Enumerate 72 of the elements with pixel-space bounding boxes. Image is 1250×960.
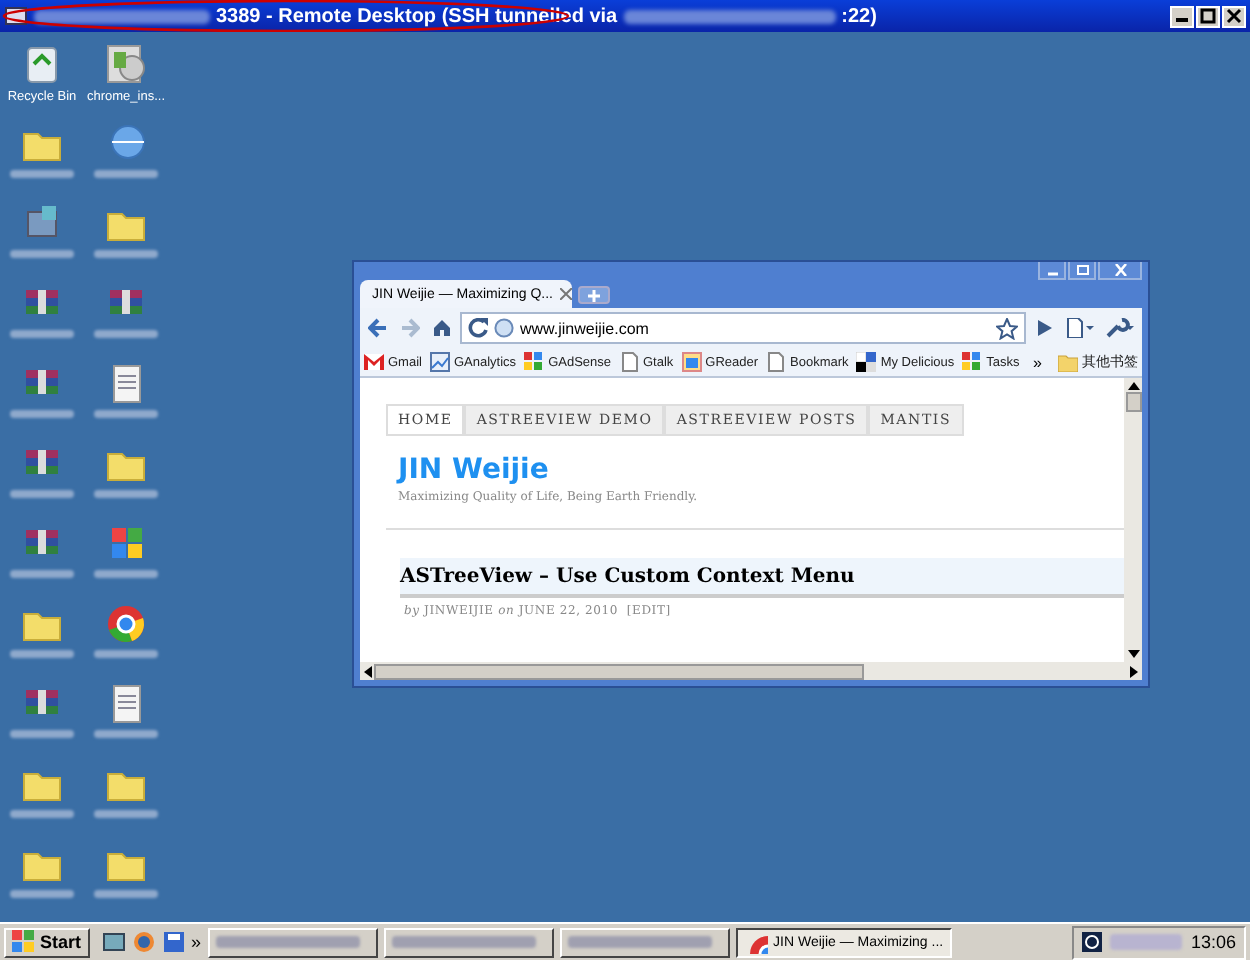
address-bar[interactable]: www.jinweijie.com [460, 312, 1026, 344]
reload-icon [468, 318, 488, 338]
blurred-label [10, 410, 74, 418]
blurred-label [94, 730, 158, 738]
scroll-down-icon [1127, 650, 1139, 658]
blurred-label [94, 890, 158, 898]
blurred-label [10, 890, 74, 898]
start-button[interactable]: Start [4, 927, 90, 957]
play-icon [1034, 318, 1054, 338]
url-text: www.jinweijie.com [520, 319, 651, 337]
globe-icon [494, 318, 514, 338]
blurred-label [94, 250, 158, 258]
vertical-scrollbar[interactable] [1124, 378, 1142, 662]
arrow-left-icon [368, 318, 388, 338]
installer-icon [102, 40, 150, 88]
colored-squares-icon [962, 352, 983, 372]
blurred-label [94, 170, 158, 178]
home-button[interactable] [428, 318, 456, 338]
windows-logo-icon [12, 930, 36, 954]
folder-icon [1058, 353, 1078, 371]
scrollbar-thumb[interactable] [1125, 392, 1141, 412]
bookmarks-overflow-button[interactable]: » [1033, 353, 1042, 371]
clock: 13:06 [1190, 932, 1236, 952]
tools-menu-button[interactable] [1102, 318, 1138, 338]
horizontal-scrollbar[interactable] [360, 662, 1142, 680]
scroll-right-icon [1130, 665, 1138, 677]
gmail-icon [364, 352, 384, 372]
close-icon [559, 288, 571, 300]
tray-app-icon [1082, 932, 1103, 952]
reader-icon [681, 352, 702, 372]
blurred-label [94, 570, 158, 578]
taskbar-button[interactable] [559, 927, 730, 957]
tab-close-button[interactable] [559, 288, 571, 300]
page-icon [619, 352, 639, 372]
taskbar-button[interactable] [207, 927, 378, 957]
blurred-label [94, 810, 158, 818]
wrench-icon [1106, 318, 1134, 338]
post-title[interactable]: ASTreeView – Use Custom Context Menu [400, 558, 1124, 598]
maximize-icon [1075, 264, 1089, 276]
checkered-square-icon [856, 352, 877, 372]
close-icon [1226, 8, 1242, 24]
blurred-label [94, 650, 158, 658]
blurred-label [10, 330, 74, 338]
arrow-right-icon [400, 318, 420, 338]
taskbar-button[interactable] [383, 927, 554, 957]
blurred-label [10, 570, 74, 578]
blurred-label [10, 650, 74, 658]
close-icon [1113, 264, 1127, 276]
window-title: :22) [841, 5, 877, 27]
quick-launch-overflow[interactable]: » [191, 932, 202, 952]
page-icon [1066, 318, 1094, 338]
blurred-label [10, 250, 74, 258]
blurred-label [94, 410, 158, 418]
page-menu-button[interactable] [1062, 318, 1098, 338]
blurred-label [10, 170, 74, 178]
plus-icon [588, 289, 600, 301]
desktop-icon [101, 930, 126, 954]
new-tab-button[interactable] [578, 286, 610, 304]
maximize-icon [1200, 8, 1216, 24]
blurred-label [10, 730, 74, 738]
back-button[interactable] [364, 318, 392, 338]
page-icon [766, 352, 787, 372]
firefox-icon [131, 930, 156, 954]
scrollbar-thumb[interactable] [374, 663, 864, 679]
home-icon [432, 318, 452, 338]
star-icon [996, 317, 1018, 339]
blurred-label [94, 490, 158, 498]
blurred-tray-icons [1110, 934, 1183, 950]
colored-squares-icon [524, 352, 545, 372]
blurred-label [94, 330, 158, 338]
blurred-label [10, 490, 74, 498]
blurred-label [10, 810, 74, 818]
